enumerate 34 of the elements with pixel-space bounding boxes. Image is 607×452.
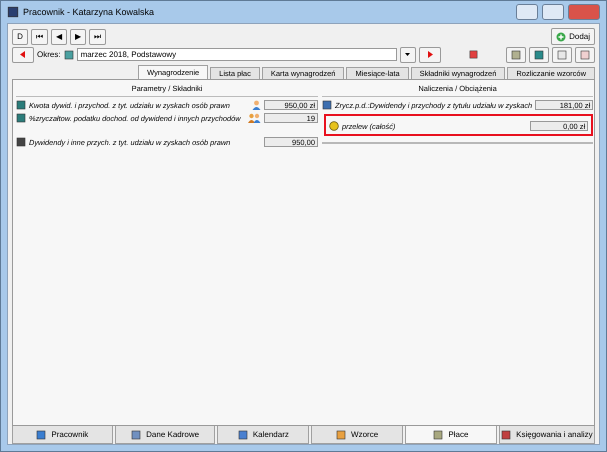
app-icon xyxy=(7,6,19,18)
square-icon xyxy=(16,100,26,110)
period-field[interactable]: marzec 2018, Podstawowy xyxy=(76,48,397,61)
square-icon xyxy=(433,430,444,440)
bottom-tab[interactable]: Płace xyxy=(405,426,497,444)
period-label: Okres: xyxy=(37,50,61,59)
bottom-tab[interactable]: Dane Kadrowe xyxy=(114,426,216,444)
bottom-tab[interactable]: Wzorce xyxy=(311,426,403,444)
nav-button[interactable]: ▶ xyxy=(70,28,86,44)
previous-button[interactable] xyxy=(12,46,34,62)
plus-icon xyxy=(556,32,566,42)
window-title: Pracownik - Katarzyna Kowalska xyxy=(23,7,156,17)
nav-button[interactable]: ◀ xyxy=(51,28,67,44)
next-button[interactable] xyxy=(418,46,441,62)
print-button[interactable] xyxy=(552,46,572,62)
dropdown-button[interactable] xyxy=(400,46,416,62)
right-arrow-icon xyxy=(426,51,433,58)
add-button[interactable]: Dodaj xyxy=(551,28,595,45)
nav-button[interactable]: ⏮ xyxy=(31,28,48,44)
bottom-tab[interactable]: Kalendarz xyxy=(217,426,310,444)
toolbar-button[interactable] xyxy=(529,46,549,62)
bottom-tab[interactable]: Pracownik xyxy=(12,426,113,444)
coin-icon xyxy=(329,121,339,131)
left-arrow-icon xyxy=(20,51,26,58)
nav-button[interactable]: D xyxy=(12,28,28,44)
bottom-tab[interactable]: Księgowania i analizy xyxy=(498,426,596,444)
maximize-button[interactable] xyxy=(542,4,564,20)
square-icon xyxy=(16,113,26,123)
minimize-button[interactable] xyxy=(516,4,538,20)
toolbar-button[interactable] xyxy=(575,46,595,62)
toolbar-button[interactable] xyxy=(506,46,526,62)
square-icon xyxy=(511,50,521,60)
nav-button[interactable]: ⏭ xyxy=(89,28,106,44)
caret-icon xyxy=(405,53,410,56)
